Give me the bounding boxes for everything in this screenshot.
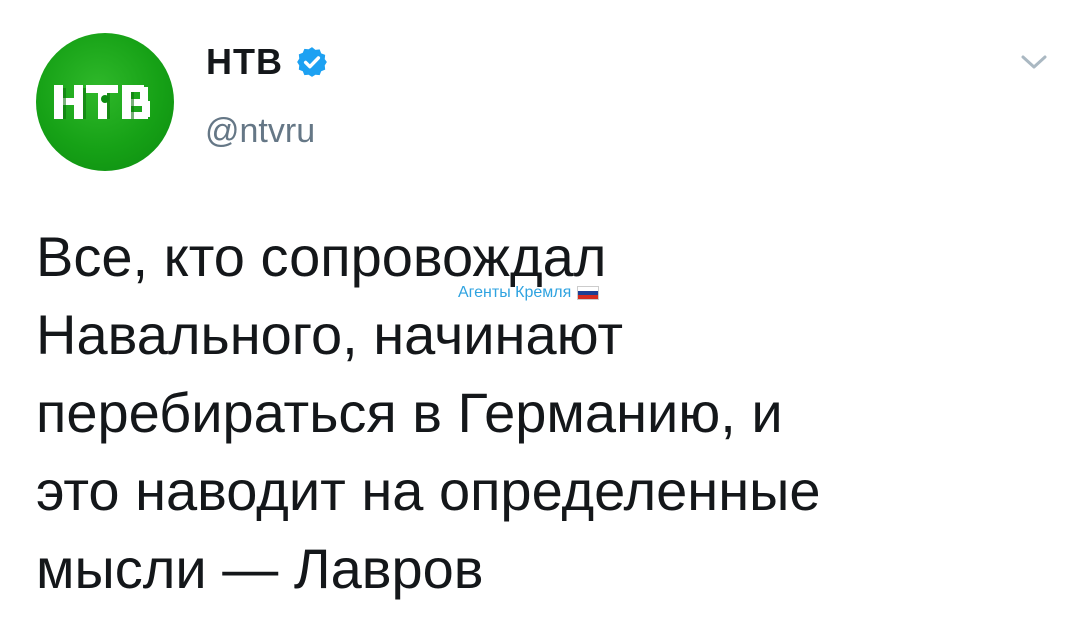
avatar[interactable] — [36, 33, 174, 171]
watermark: Агенты Кремля — [458, 284, 600, 302]
user-handle[interactable]: @ntvru — [205, 109, 315, 153]
tweet-card: НТВ @ntvru Все, кто сопровождал Навально… — [0, 0, 1080, 624]
ntv-logo-icon — [54, 85, 150, 119]
chevron-down-icon[interactable] — [1020, 52, 1048, 72]
tweet-text: Все, кто сопровождал Навального, начинаю… — [36, 218, 1046, 608]
russian-flag-icon — [577, 286, 600, 300]
verified-badge-icon — [297, 47, 327, 77]
display-name[interactable]: НТВ — [206, 40, 329, 84]
tweet-text-line: мысли — Лавров — [36, 537, 484, 600]
display-name-text[interactable]: НТВ — [206, 40, 283, 84]
tweet-text-line: Навального, начинают — [36, 303, 624, 366]
watermark-text: Агенты Кремля — [458, 284, 572, 301]
tweet-text-line: это наводит на определенные — [36, 459, 821, 522]
tweet-text-line: перебираться в Германию, и — [36, 381, 783, 444]
